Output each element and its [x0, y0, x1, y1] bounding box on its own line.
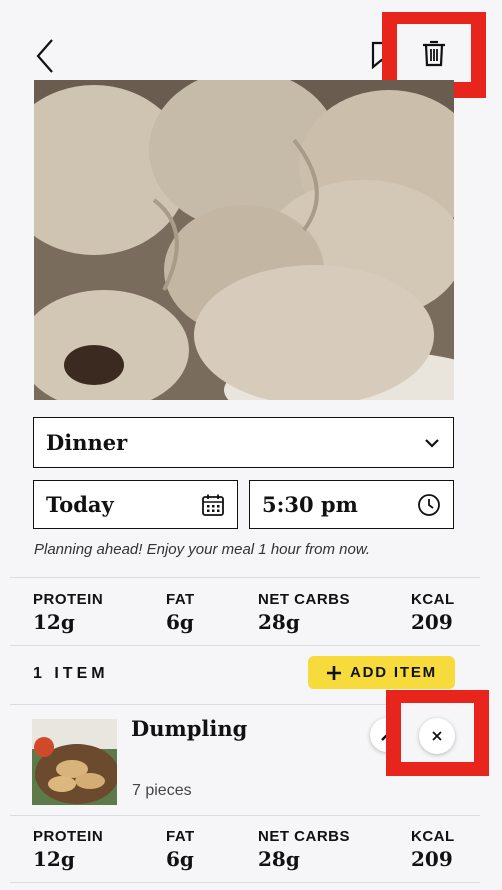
items-count: 1 ITEM [33, 665, 109, 682]
meal-type-value: Dinner [46, 430, 128, 455]
item-protein-label: PROTEIN [33, 828, 104, 845]
trash-icon [423, 40, 445, 67]
item-carbs-value: 28g [258, 847, 300, 871]
chevron-left-icon [36, 39, 53, 73]
delete-meal-button[interactable] [397, 24, 471, 82]
food-name: Dumpling [131, 716, 248, 741]
time-field[interactable]: 5:30 pm [249, 480, 454, 529]
item-fat-label: FAT [166, 828, 195, 845]
meal-type-select[interactable]: Dinner [33, 417, 454, 468]
plus-icon [327, 665, 342, 680]
protein-value: 12g [33, 610, 75, 634]
planning-hint: Planning ahead! Enjoy your meal 1 hour f… [34, 541, 371, 558]
carbs-value: 28g [258, 610, 300, 634]
calendar-icon [202, 494, 224, 516]
carbs-label: NET CARBS [258, 591, 351, 608]
back-button[interactable] [30, 36, 64, 76]
remove-item-button[interactable] [419, 718, 455, 754]
divider [10, 577, 480, 578]
food-thumbnail [32, 719, 117, 805]
close-icon [432, 731, 442, 741]
item-kcal-value: 209 [411, 847, 453, 871]
divider [10, 815, 480, 816]
item-kcal-label: KCAL [411, 828, 455, 845]
fat-value: 6g [166, 610, 194, 634]
item-carbs-label: NET CARBS [258, 828, 351, 845]
add-item-button[interactable]: ADD ITEM [308, 656, 455, 689]
kcal-label: KCAL [411, 591, 455, 608]
time-value: 5:30 pm [262, 492, 358, 517]
item-protein-value: 12g [33, 847, 75, 871]
clock-icon [418, 493, 440, 516]
add-item-label: ADD ITEM [350, 664, 437, 681]
protein-label: PROTEIN [33, 591, 104, 608]
item-fat-value: 6g [166, 847, 194, 871]
fat-label: FAT [166, 591, 195, 608]
date-field[interactable]: Today [33, 480, 238, 529]
divider [10, 645, 480, 646]
date-value: Today [46, 492, 114, 517]
meal-photo [34, 80, 454, 400]
divider [10, 882, 480, 883]
chevron-down-icon [425, 438, 439, 448]
kcal-value: 209 [411, 610, 453, 634]
food-quantity: 7 pieces [132, 782, 192, 799]
